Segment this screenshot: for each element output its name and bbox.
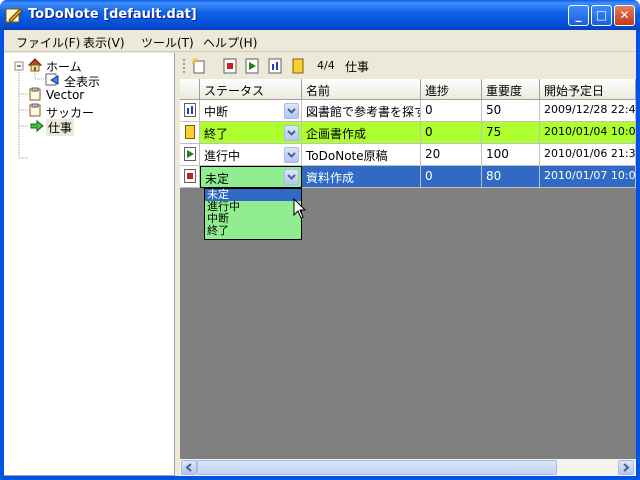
scroll-thumb[interactable] [197,460,557,475]
chevron-down-icon[interactable] [284,169,299,185]
chevron-down-icon[interactable] [284,125,299,141]
header-status[interactable]: ステータス [200,79,302,100]
note-icon [185,125,195,139]
chevron-down-icon[interactable] [284,147,299,163]
menu-bar: ファイル(F) 表示(V) ツール(T) ヘルプ(H) [4,30,636,52]
tree-item-work[interactable]: 仕事 [46,119,75,136]
window-body: ファイル(F) 表示(V) ツール(T) ヘルプ(H) ホーム 全表示 Vect… [4,30,636,476]
task-start-date[interactable]: 2010/01/07 10:00 [540,166,636,188]
task-count: 4/4 [317,59,335,72]
arrow-right-icon [30,119,44,133]
task-progress[interactable]: 0 [421,122,482,144]
stop-status-icon[interactable] [222,58,238,74]
mouse-cursor-icon [293,198,307,219]
app-pencil-icon [5,8,23,23]
task-progress[interactable]: 0 [421,166,482,188]
play-status-icon[interactable] [244,58,260,74]
dropdown-option-done[interactable]: 終了 [205,225,301,237]
table-row[interactable]: 中断 図書館で参考書を探す 0 50 2009/12/28 22:43 [180,100,636,122]
toolbar-grip[interactable] [182,58,186,74]
task-pane: 4/4 仕事 ステータス 名前 進捗 重要度 開始予定日 中断 図書館で参考書を… [180,53,636,476]
clipboard-icon [29,103,41,117]
task-importance[interactable]: 50 [482,100,540,122]
scroll-right-icon[interactable] [618,460,634,475]
table-row-selected[interactable]: 未定 資料作成 0 80 2010/01/07 10:00 [180,166,636,188]
header-icon-column[interactable] [180,79,200,100]
header-start-date[interactable]: 開始予定日 [540,79,636,100]
close-button[interactable]: ✕ [614,5,635,26]
scroll-left-icon[interactable] [181,460,197,475]
task-name[interactable]: 企画書作成 [302,122,421,144]
minimize-button[interactable]: _ [568,5,589,26]
grid-header: ステータス 名前 進捗 重要度 開始予定日 [180,79,636,100]
header-progress[interactable]: 進捗 [421,79,482,100]
task-importance[interactable]: 75 [482,122,540,144]
home-icon [28,58,42,72]
menu-help[interactable]: ヘルプ(H) [203,34,257,51]
tree-item-vector[interactable]: Vector [46,88,84,102]
task-start-date[interactable]: 2009/12/28 22:43 [540,100,636,122]
menu-file[interactable]: ファイル(F) [16,34,80,51]
task-name[interactable]: 資料作成 [302,166,421,188]
current-category: 仕事 [345,60,370,74]
task-importance[interactable]: 80 [482,166,540,188]
chevron-down-icon[interactable] [284,103,299,119]
header-importance[interactable]: 重要度 [482,79,540,100]
bar-chart-icon [184,103,196,117]
task-importance[interactable]: 100 [482,144,540,166]
toolbar: 4/4 仕事 [180,53,636,79]
clipboard-icon [29,87,41,101]
new-task-icon[interactable] [191,58,207,74]
stop-icon [184,169,196,183]
title-bar[interactable]: ToDoNote [default.dat] _ □ ✕ [0,0,640,30]
task-name[interactable]: 図書館で参考書を探す [302,100,421,122]
table-row[interactable]: 進行中 ToDoNote原稿 20 100 2010/01/06 21:38 [180,144,636,166]
task-start-date[interactable]: 2010/01/04 10:00 [540,122,636,144]
category-tree[interactable]: ホーム 全表示 Vector サッカー 仕事 [4,53,175,476]
task-start-date[interactable]: 2010/01/06 21:38 [540,144,636,166]
task-progress[interactable]: 0 [421,100,482,122]
horizontal-scrollbar[interactable] [180,459,636,476]
maximize-button[interactable]: □ [591,5,612,26]
task-grid[interactable]: ステータス 名前 進捗 重要度 開始予定日 中断 図書館で参考書を探す 0 50 [180,79,636,459]
play-icon [184,147,196,161]
window-title: ToDoNote [default.dat] [28,7,197,22]
menu-view[interactable]: 表示(V) [83,34,125,51]
app-window: ToDoNote [default.dat] _ □ ✕ ファイル(F) 表示(… [0,0,640,480]
menu-tools[interactable]: ツール(T) [141,34,194,51]
header-name[interactable]: 名前 [302,79,421,100]
status-dropdown-list[interactable]: 未定 進行中 中断 終了 [204,188,302,240]
task-progress[interactable]: 20 [421,144,482,166]
table-row[interactable]: 終了 企画書作成 0 75 2010/01/04 10:00 [180,122,636,144]
done-status-icon[interactable] [290,58,306,74]
pause-status-icon[interactable] [267,58,283,74]
show-all-icon [45,73,59,86]
task-name[interactable]: ToDoNote原稿 [302,144,421,166]
